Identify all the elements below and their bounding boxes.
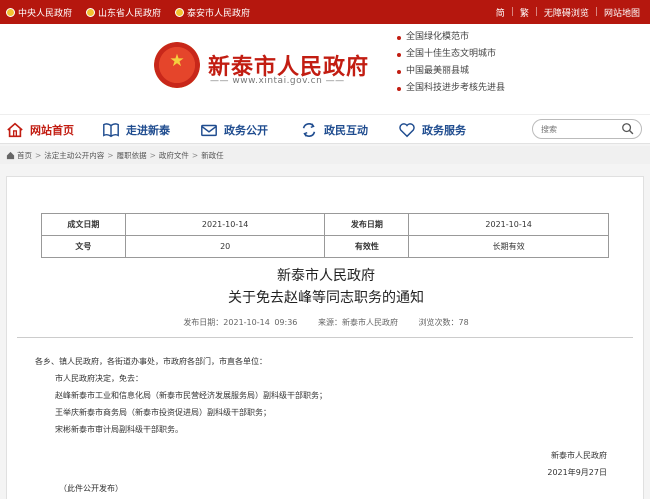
meta-key: 成文日期 <box>41 213 126 236</box>
publish-info: 发布日期：2021-10-14 09:36 来源：新泰市人民政府 浏览次数：78 <box>7 317 645 328</box>
breadcrumb-item[interactable]: 履职依据 <box>117 150 147 161</box>
meta-value: 2021-10-14 <box>408 213 609 236</box>
divider <box>17 337 633 338</box>
breadcrumb-item[interactable]: 法定主动公开内容 <box>44 150 104 161</box>
salutation: 各乡、镇人民政府，各街道办事处，市政府各部门，市直各单位： <box>35 357 267 366</box>
emblem-icon <box>175 7 185 17</box>
main-nav: 网站首页 走进新泰 政务公开 政民互动 政务服务 <box>0 114 650 144</box>
nav-interaction[interactable]: 政民互动 <box>300 115 368 145</box>
sitemap-link[interactable]: 网站地图 <box>604 6 640 19</box>
nav-label: 走进新泰 <box>126 124 170 137</box>
meta-key: 文号 <box>41 235 126 258</box>
publish-note: （此件公开发布） <box>59 484 123 493</box>
nav-home[interactable]: 网站首页 <box>6 115 74 145</box>
top-tools: 简 | 繁 | 无障碍浏览 | 网站地图 <box>496 0 640 24</box>
site-url-text: www.xintai.gov.cn <box>232 76 323 86</box>
article-panel: 成文日期 2021-10-14 发布日期 2021-10-14 文号 20 有效… <box>6 176 644 499</box>
honors-list: 全国绿化模范市 全国十佳生态文明城市 中国最美丽县城 全国科技进步考核先进县 <box>396 29 505 97</box>
nav-about[interactable]: 走进新泰 <box>102 115 170 145</box>
top-bar: 中央人民政府 山东省人民政府 泰安市人民政府 简 | 繁 | 无障碍浏览 | 网… <box>0 0 650 24</box>
breadcrumb-item[interactable]: 新政任 <box>201 150 224 161</box>
body-paragraph: 王举庆新泰市商务局（新泰市投资促进局）副科级干部职务； <box>55 408 271 417</box>
heart-icon <box>399 123 415 138</box>
signature-block: 新泰市人民政府 2021年9月27日 <box>547 447 607 481</box>
meta-key: 有效性 <box>324 235 410 258</box>
breadcrumb-item[interactable]: 首页 <box>17 150 32 161</box>
meta-key: 发布日期 <box>324 213 410 236</box>
signer: 新泰市人民政府 <box>551 451 607 460</box>
meta-value: 2021-10-14 <box>124 213 326 236</box>
search-input[interactable] <box>541 123 621 136</box>
breadcrumb-item[interactable]: 政府文件 <box>159 150 189 161</box>
home-icon <box>6 151 15 159</box>
emblem-icon <box>86 7 96 17</box>
honor-item: 全国科技进步考核先进县 <box>396 80 505 97</box>
body-paragraph: 宋彬新泰市审计局副科级干部职务。 <box>55 425 183 434</box>
meta-row: 文号 20 有效性 长期有效 <box>41 235 609 258</box>
view-count: 浏览次数：78 <box>418 318 469 327</box>
link-label: 泰安市人民政府 <box>187 8 251 19</box>
link-central-gov[interactable]: 中央人民政府 <box>6 6 72 19</box>
nav-label: 政务公开 <box>224 124 268 137</box>
honor-item: 中国最美丽县城 <box>396 63 505 80</box>
breadcrumb-sep: > <box>149 150 156 160</box>
publish-date: 发布日期：2021-10-14 09:36 <box>183 318 298 327</box>
article-title-line2: 关于免去赵峰等同志职务的通知 <box>228 290 424 306</box>
body-paragraph: 赵峰新泰市工业和信息化局（新泰市民营经济发展服务局）副科级干部职务； <box>55 391 327 400</box>
interact-icon <box>302 123 316 137</box>
accessibility-link[interactable]: 无障碍浏览 <box>544 6 589 19</box>
breadcrumb-sep: > <box>35 150 42 160</box>
nav-services[interactable]: 政务服务 <box>398 115 466 145</box>
national-emblem-icon <box>154 42 200 88</box>
nav-label: 政民互动 <box>324 124 368 137</box>
search-icon[interactable] <box>621 122 635 136</box>
document-meta-table: 成文日期 2021-10-14 发布日期 2021-10-14 文号 20 有效… <box>41 213 609 258</box>
home-icon <box>7 122 23 138</box>
link-shandong-gov[interactable]: 山东省人民政府 <box>86 6 161 19</box>
simplified-link[interactable]: 简 <box>496 6 505 19</box>
publish-source: 来源：新泰市人民政府 <box>317 318 398 327</box>
link-label: 山东省人民政府 <box>98 8 162 19</box>
breadcrumb: 首页 > 法定主动公开内容 > 履职依据 > 政府文件 > 新政任 <box>0 146 650 164</box>
search-box <box>532 119 642 139</box>
breadcrumb-sep: > <box>191 150 199 160</box>
meta-row: 成文日期 2021-10-14 发布日期 2021-10-14 <box>41 213 609 236</box>
honor-item: 全国绿化模范市 <box>396 29 505 46</box>
article-title-line1: 新泰市人民政府 <box>277 268 375 284</box>
meta-value: 20 <box>124 235 326 258</box>
nav-label: 政务服务 <box>422 124 466 137</box>
gov-links: 中央人民政府 山东省人民政府 泰安市人民政府 <box>6 0 250 24</box>
meta-value: 长期有效 <box>408 235 609 258</box>
mail-icon <box>201 124 217 137</box>
nav-label: 网站首页 <box>30 124 74 137</box>
article-body: 各乡、镇人民政府，各街道办事处，市政府各部门，市直各单位： 市人民政府决定，免去… <box>35 353 327 438</box>
link-label: 中央人民政府 <box>18 8 73 19</box>
divider: | <box>594 7 598 17</box>
site-url: —— www.xintai.gov.cn —— <box>210 76 345 86</box>
divider: | <box>534 7 538 17</box>
emblem-icon <box>6 7 15 17</box>
site-header: 新泰市人民政府 —— www.xintai.gov.cn —— 全国绿化模范市 … <box>0 24 650 114</box>
divider: | <box>510 7 514 17</box>
link-taian-gov[interactable]: 泰安市人民政府 <box>175 6 250 19</box>
nav-gov-affairs[interactable]: 政务公开 <box>200 115 268 145</box>
body-paragraph: 市人民政府决定，免去： <box>55 374 143 383</box>
honor-item: 全国十佳生态文明城市 <box>396 46 505 63</box>
breadcrumb-sep: > <box>107 150 114 160</box>
book-icon <box>103 123 119 138</box>
sign-date: 2021年9月27日 <box>547 468 607 477</box>
traditional-link[interactable]: 繁 <box>520 6 529 19</box>
